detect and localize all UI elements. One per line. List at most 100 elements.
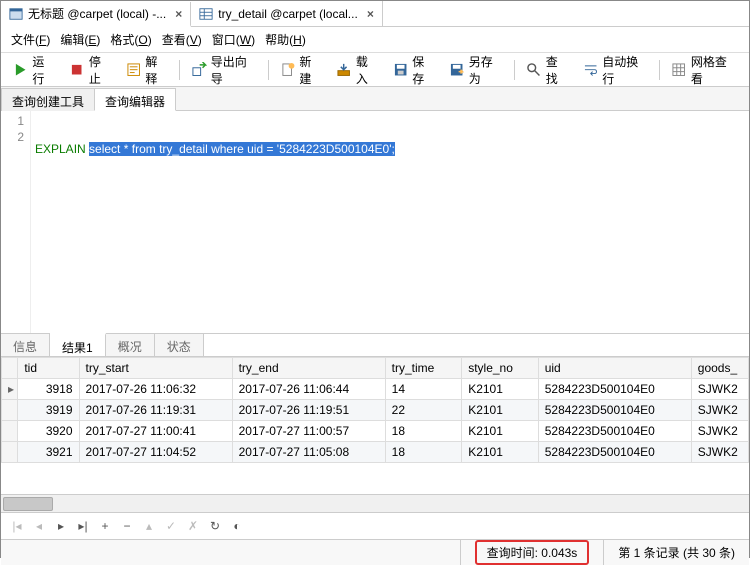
query-time-label: 查询时间: 0.043s xyxy=(475,540,590,565)
wrap-button[interactable]: 自动换行 xyxy=(577,49,655,91)
col-tid[interactable]: tid xyxy=(18,358,79,379)
find-button[interactable]: 查找 xyxy=(520,49,574,91)
last-record-button[interactable]: ▸| xyxy=(75,519,91,533)
cell-try_end[interactable]: 2017-07-26 11:19:51 xyxy=(232,400,385,421)
export-icon xyxy=(191,62,206,78)
cell-goods_[interactable]: SJWK2 xyxy=(691,400,748,421)
cell-goods_[interactable]: SJWK2 xyxy=(691,379,748,400)
first-record-button[interactable]: |◂ xyxy=(9,519,25,533)
cell-style_no[interactable]: K2101 xyxy=(462,400,539,421)
table-row[interactable]: 39212017-07-27 11:04:522017-07-27 11:05:… xyxy=(2,442,749,463)
next-record-button[interactable]: ▸ xyxy=(53,519,69,533)
stop-fetch-button[interactable]: ◐ xyxy=(229,519,245,533)
cell-tid[interactable]: 3921 xyxy=(18,442,79,463)
query-time-cell: 查询时间: 0.043s xyxy=(460,540,604,565)
table-row[interactable]: 39202017-07-27 11:00:412017-07-27 11:00:… xyxy=(2,421,749,442)
add-record-button[interactable]: + xyxy=(97,519,113,533)
grid-icon xyxy=(671,62,686,78)
apply-button[interactable]: ✓ xyxy=(163,519,179,533)
tab-messages[interactable]: 信息 xyxy=(1,334,50,356)
tab-result1[interactable]: 结果1 xyxy=(50,333,106,356)
row-selector[interactable] xyxy=(2,421,18,442)
table-row[interactable]: 39192017-07-26 11:19:312017-07-26 11:19:… xyxy=(2,400,749,421)
grid-view-button[interactable]: 网格查看 xyxy=(665,49,743,91)
cell-try_time[interactable]: 18 xyxy=(385,442,462,463)
col-try-time[interactable]: try_time xyxy=(385,358,462,379)
menu-file[interactable]: 文件(F) xyxy=(7,29,54,50)
refresh-button[interactable]: ↻ xyxy=(207,519,223,533)
cell-try_start[interactable]: 2017-07-27 11:04:52 xyxy=(79,442,232,463)
prev-record-button[interactable]: ◂ xyxy=(31,519,47,533)
col-try-start[interactable]: try_start xyxy=(79,358,232,379)
delete-record-button[interactable]: − xyxy=(119,519,135,533)
save-button[interactable]: 保存 xyxy=(387,49,441,91)
result-grid-container[interactable]: tid try_start try_end try_time style_no … xyxy=(1,357,749,495)
cell-try_end[interactable]: 2017-07-27 11:05:08 xyxy=(232,442,385,463)
record-info-cell: 第 1 条记录 (共 30 条) xyxy=(603,540,749,565)
table-row[interactable]: ▸39182017-07-26 11:06:322017-07-26 11:06… xyxy=(2,379,749,400)
new-button[interactable]: 新建 xyxy=(274,49,328,91)
tab-status[interactable]: 状态 xyxy=(155,334,204,356)
cell-uid[interactable]: 5284223D500104E0 xyxy=(538,379,691,400)
code-area[interactable]: EXPLAIN select * from try_detail where u… xyxy=(31,111,749,333)
col-style-no[interactable]: style_no xyxy=(462,358,539,379)
col-try-end[interactable]: try_end xyxy=(232,358,385,379)
sql-editor[interactable]: 1 2 EXPLAIN select * from try_detail whe… xyxy=(1,111,749,333)
cell-try_start[interactable]: 2017-07-26 11:19:31 xyxy=(79,400,232,421)
explain-button[interactable]: 解释 xyxy=(120,49,174,91)
load-button[interactable]: 载入 xyxy=(330,49,384,91)
cell-tid[interactable]: 3920 xyxy=(18,421,79,442)
run-button[interactable]: 运行 xyxy=(7,49,61,91)
cancel-button[interactable]: ✗ xyxy=(185,519,201,533)
edit-record-button[interactable]: ▴ xyxy=(141,519,157,533)
cell-try_start[interactable]: 2017-07-27 11:00:41 xyxy=(79,421,232,442)
close-icon[interactable]: × xyxy=(367,7,374,21)
menu-help[interactable]: 帮助(H) xyxy=(261,29,310,50)
scrollbar-thumb[interactable] xyxy=(3,497,53,511)
save-as-button[interactable]: 另存为 xyxy=(443,49,509,91)
cell-style_no[interactable]: K2101 xyxy=(462,421,539,442)
doc-tab-1[interactable]: try_detail @carpet (local... × xyxy=(191,1,383,26)
cell-tid[interactable]: 3918 xyxy=(18,379,79,400)
document-tabs: 无标题 @carpet (local) -... × try_detail @c… xyxy=(1,1,749,27)
menu-edit[interactable]: 编辑(E) xyxy=(56,29,104,50)
cell-uid[interactable]: 5284223D500104E0 xyxy=(538,442,691,463)
sql-selected-text: select * from try_detail where uid = '52… xyxy=(89,142,395,156)
menu-window[interactable]: 窗口(W) xyxy=(208,29,259,50)
menu-view[interactable]: 查看(V) xyxy=(158,29,206,50)
stop-button[interactable]: 停止 xyxy=(63,49,117,91)
tab-profile[interactable]: 概况 xyxy=(106,334,155,356)
cell-goods_[interactable]: SJWK2 xyxy=(691,421,748,442)
col-uid[interactable]: uid xyxy=(538,358,691,379)
result-tabs: 信息 结果1 概况 状态 xyxy=(1,333,749,357)
doc-tab-0[interactable]: 无标题 @carpet (local) -... × xyxy=(1,2,191,27)
save-icon xyxy=(393,62,408,78)
cell-try_end[interactable]: 2017-07-27 11:00:57 xyxy=(232,421,385,442)
row-selector[interactable]: ▸ xyxy=(2,379,18,400)
col-goods[interactable]: goods_ xyxy=(691,358,748,379)
row-selector[interactable] xyxy=(2,442,18,463)
cell-style_no[interactable]: K2101 xyxy=(462,442,539,463)
cell-try_end[interactable]: 2017-07-26 11:06:44 xyxy=(232,379,385,400)
tab-query-builder[interactable]: 查询创建工具 xyxy=(1,88,95,111)
cell-uid[interactable]: 5284223D500104E0 xyxy=(538,421,691,442)
cell-uid[interactable]: 5284223D500104E0 xyxy=(538,400,691,421)
cell-try_time[interactable]: 18 xyxy=(385,421,462,442)
doc-tab-label: try_detail @carpet (local... xyxy=(218,7,358,21)
row-selector-header[interactable] xyxy=(2,358,18,379)
horizontal-scrollbar[interactable] xyxy=(1,495,749,513)
cell-goods_[interactable]: SJWK2 xyxy=(691,442,748,463)
menu-format[interactable]: 格式(O) xyxy=(106,29,155,50)
cell-try_start[interactable]: 2017-07-26 11:06:32 xyxy=(79,379,232,400)
wrap-icon xyxy=(583,62,598,78)
cell-tid[interactable]: 3919 xyxy=(18,400,79,421)
tab-query-editor[interactable]: 查询编辑器 xyxy=(94,88,176,111)
row-selector[interactable] xyxy=(2,400,18,421)
close-icon[interactable]: × xyxy=(175,7,182,21)
export-wizard-button[interactable]: 导出向导 xyxy=(185,49,263,91)
cell-try_time[interactable]: 14 xyxy=(385,379,462,400)
load-icon xyxy=(336,62,351,78)
explain-icon xyxy=(126,62,141,78)
cell-style_no[interactable]: K2101 xyxy=(462,379,539,400)
cell-try_time[interactable]: 22 xyxy=(385,400,462,421)
